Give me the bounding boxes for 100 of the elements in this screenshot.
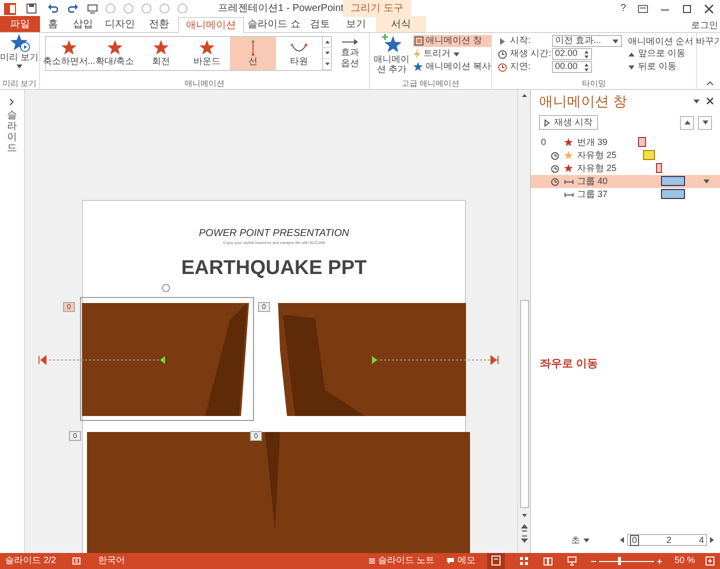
seconds-dropdown[interactable]: 초 — [571, 534, 590, 547]
animation-gallery-item[interactable]: 타원 — [276, 37, 322, 70]
slide-title: POWER POINT PRESENTATION — [198, 227, 350, 241]
annotation-text: 좌우로 이동 — [540, 357, 598, 372]
animation-gallery-item[interactable]: 회전 — [138, 37, 184, 70]
next-slide-icon[interactable] — [520, 535, 528, 544]
animation-list-item[interactable]: 자유형 25 — [531, 149, 720, 162]
slide-sorter-icon[interactable] — [519, 556, 530, 566]
caret-icon — [16, 64, 23, 69]
maximize-icon[interactable] — [682, 4, 692, 14]
expand-icon[interactable] — [9, 98, 15, 106]
animation-gallery-item[interactable]: 축소하면서... — [46, 37, 92, 70]
scrollbar-thumb[interactable] — [520, 300, 528, 508]
timeline-bar — [638, 137, 646, 147]
scroll-left-icon[interactable] — [620, 537, 624, 544]
field-label: 지연: — [510, 60, 532, 74]
ribbon-tab[interactable]: 디자인 — [100, 16, 140, 32]
delay-field[interactable]: 00.00 — [552, 61, 592, 73]
motion-path-icon — [564, 192, 574, 198]
thumbnails-pane-label[interactable]: 슬라이드 — [7, 110, 17, 154]
star-icon — [413, 62, 424, 72]
undo-icon[interactable] — [47, 3, 58, 14]
caret-icon — [453, 52, 460, 56]
animation-list-item[interactable]: 자유형 25 — [531, 162, 720, 175]
slideshow-icon[interactable] — [87, 3, 98, 14]
spelling-icon[interactable] — [72, 556, 82, 566]
comment-icon — [446, 557, 456, 565]
animation-list-item[interactable]: 그룹 40 — [531, 175, 720, 188]
group-label: 애니메이션 — [184, 78, 224, 89]
add-animation-button[interactable]: 애니메이션 추가 — [370, 33, 414, 78]
ribbon-tab[interactable]: 홈 — [40, 16, 66, 32]
pane-options-icon[interactable] — [693, 98, 700, 104]
caret-icon[interactable] — [612, 38, 619, 44]
language-label[interactable]: 한국어 — [98, 554, 126, 568]
reading-view-icon[interactable] — [543, 556, 554, 566]
scroll-right-icon[interactable] — [710, 537, 714, 544]
star-play-icon — [10, 34, 30, 52]
contextual-tab-label: 그리기 도구 — [350, 2, 404, 16]
slide-counter: 슬라이드 2/2 — [5, 554, 56, 568]
rotate-handle-icon[interactable] — [161, 283, 171, 293]
app-icon — [4, 2, 16, 14]
ribbon-tab[interactable]: 검토 — [304, 16, 336, 32]
timeline-bar — [656, 163, 662, 173]
ribbon-tab[interactable]: 삽입 — [66, 16, 100, 32]
redo-icon[interactable] — [68, 3, 79, 14]
preview-button[interactable]: 미리 보기 — [0, 33, 39, 78]
spinner-icon[interactable] — [584, 50, 589, 58]
slideshow-icon[interactable] — [567, 556, 578, 566]
move-later-button[interactable]: 뒤로 이동 — [628, 61, 720, 73]
ribbon-tab[interactable]: 서식 — [376, 16, 426, 32]
zoom-level[interactable]: 50 % — [674, 554, 695, 568]
move-up-button[interactable] — [680, 116, 694, 130]
timeline-bar — [661, 189, 685, 199]
zoom-out-icon[interactable] — [591, 558, 596, 564]
line-path-icon — [251, 40, 255, 56]
ribbon-tab[interactable]: 애니메이션 — [178, 17, 244, 33]
group-label: 미리 보기 — [2, 78, 37, 89]
ribbon-tab[interactable]: 슬라이드 쇼 — [244, 16, 304, 32]
start-dropdown[interactable]: 이전 효과... — [552, 35, 622, 47]
ribbon-tab[interactable]: 보기 — [336, 16, 376, 32]
previous-slide-icon[interactable] — [520, 523, 528, 532]
sign-in-link[interactable]: 로그인 — [691, 19, 718, 32]
ribbon-tab[interactable]: 파일 — [0, 16, 40, 32]
zoom-slider-track[interactable] — [599, 556, 654, 566]
close-icon[interactable] — [706, 97, 714, 105]
close-icon[interactable] — [704, 4, 714, 14]
ribbon-display-icon[interactable] — [638, 4, 648, 14]
comments-button[interactable]: 메모 — [446, 554, 476, 568]
save-icon[interactable] — [26, 3, 37, 14]
star-icon — [106, 40, 124, 56]
move-down-button[interactable] — [698, 116, 712, 130]
normal-view-icon[interactable] — [487, 553, 506, 569]
ribbon-tab[interactable]: 전환 — [140, 16, 178, 32]
animation-name: 자유형 25 — [577, 162, 617, 175]
dropdown-icon[interactable] — [703, 179, 710, 184]
collapse-ribbon-icon[interactable] — [706, 80, 714, 86]
spinner-icon[interactable] — [584, 62, 589, 72]
animation-list-item[interactable]: 0 번개 39 — [531, 136, 720, 149]
star-icon — [564, 164, 573, 173]
help-button[interactable]: ? — [620, 1, 626, 16]
clock-icon — [498, 50, 507, 58]
up-arrow-icon — [628, 52, 635, 56]
move-earlier-button[interactable]: 앞으로 이동 — [628, 48, 720, 60]
animation-pane-button[interactable]: 애니메이션 창 — [413, 35, 491, 47]
trigger-button[interactable]: 트리거 — [413, 48, 491, 60]
animation-gallery-item[interactable]: 확대/축소 — [92, 37, 138, 70]
animation-list-item[interactable]: 그룹 37 — [531, 188, 720, 201]
animation-gallery-item[interactable]: 선 — [230, 37, 276, 70]
lightning-icon — [413, 49, 422, 59]
effect-options-button[interactable]: 효과 옵션 — [334, 33, 366, 78]
animation-painter-button[interactable]: 애니메이션 복사 — [413, 61, 491, 73]
pane-title: 애니메이션 창 — [539, 92, 627, 110]
notes-button[interactable]: 슬라이드 노트 — [368, 554, 434, 568]
zoom-in-icon[interactable] — [657, 558, 662, 564]
fit-to-window-icon[interactable] — [705, 556, 715, 566]
timeline-bar — [643, 150, 655, 160]
duration-field[interactable]: 02.00 — [552, 48, 592, 60]
play-button[interactable]: 재생 시작 — [539, 115, 598, 130]
animation-gallery-item[interactable]: 바운드 — [184, 37, 230, 70]
zoom-slider-thumb[interactable] — [618, 557, 621, 565]
